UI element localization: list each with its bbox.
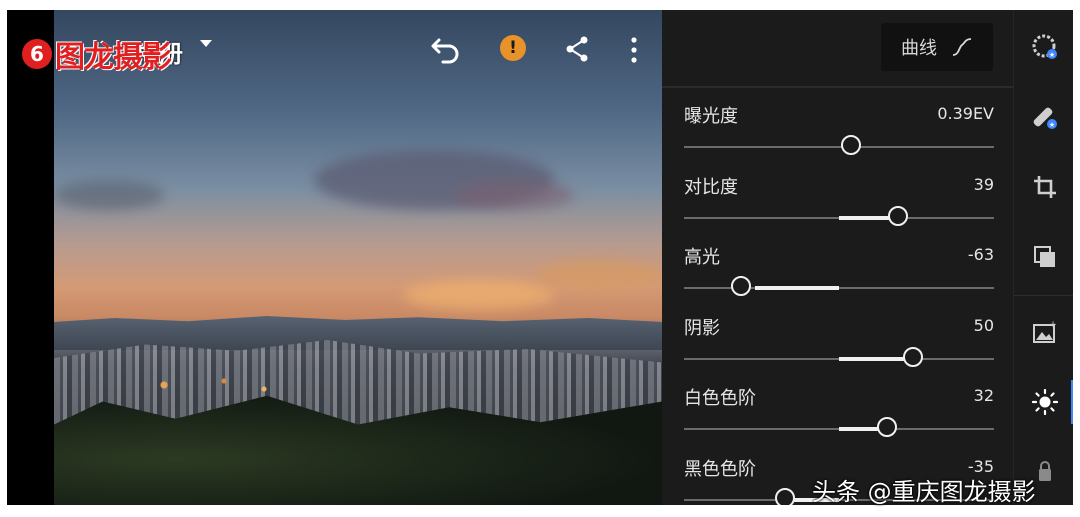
slider-thumb[interactable] — [903, 346, 924, 367]
versions-icon[interactable] — [1032, 244, 1058, 270]
logo-mark: 6 — [22, 39, 52, 69]
more-vertical-icon[interactable] — [624, 36, 644, 64]
brand-logo: 6 图龙摄影 — [22, 33, 172, 75]
slider-thumb[interactable] — [774, 487, 795, 505]
curve-icon — [952, 38, 972, 56]
logo-text: 图龙摄影 — [55, 40, 172, 75]
slider-row: 高光 -63 — [684, 243, 994, 309]
slider-fill — [839, 356, 914, 361]
slider-value: 50 — [973, 315, 994, 335]
slider-label: 高光 — [684, 247, 720, 268]
edit-panel: 曲线 曝光度 0.39EV 对比度 39 高光 -63 阴影 50 白色色阶 32 黑色色阶 -35 — [662, 10, 1013, 505]
slider-fill — [755, 286, 839, 290]
curve-label: 曲线 — [901, 38, 937, 59]
slider-row: 阴影 50 — [684, 314, 994, 380]
svg-text:★: ★ — [1049, 51, 1055, 59]
slider-row: 对比度 39 — [684, 173, 994, 239]
slider-label: 曝光度 — [684, 106, 738, 127]
slider-label: 白色色阶 — [684, 388, 756, 409]
undo-icon[interactable] — [429, 32, 463, 66]
slider-value: 0.39EV — [937, 104, 994, 123]
slider-row: 曝光度 0.39EV — [684, 102, 994, 168]
rail-divider — [1014, 295, 1073, 296]
slider-label: 黑色色阶 — [684, 458, 756, 480]
active-tool-indicator — [1071, 380, 1073, 424]
slider-thumb[interactable] — [841, 135, 862, 155]
slider-value: 39 — [973, 174, 994, 194]
slider-value: 32 — [973, 386, 994, 405]
light-icon[interactable] — [1032, 389, 1058, 415]
slider-label: 对比度 — [684, 176, 738, 198]
selective-icon[interactable]: + — [1032, 319, 1058, 345]
slider-thumb[interactable] — [887, 205, 908, 226]
warning-icon[interactable]: ! — [500, 35, 526, 61]
app-screen: ← 相册 ! 曲线 曝光度 0.39EV 对比度 39 高光 -63 阴影 50… — [7, 10, 1073, 505]
healing-icon[interactable]: ★ — [1032, 104, 1058, 130]
slider-label: 阴影 — [684, 317, 720, 339]
presets-icon[interactable]: ★ — [1032, 34, 1058, 60]
slider-thumb[interactable] — [731, 276, 752, 296]
slider-row: 白色色阶 32 — [684, 384, 994, 450]
slider-thumb[interactable] — [877, 417, 898, 437]
share-icon[interactable] — [564, 35, 590, 63]
slider-track[interactable] — [684, 146, 994, 148]
slider-value: -63 — [967, 245, 994, 264]
crop-icon[interactable] — [1032, 174, 1058, 200]
curve-button[interactable]: 曲线 — [881, 23, 993, 71]
watermark-text: 头条 @重庆图龙摄影 — [812, 478, 1036, 506]
svg-text:★: ★ — [1049, 121, 1055, 129]
tool-rail: ★ ★ + — [1013, 10, 1073, 505]
svg-text:+: + — [1049, 320, 1057, 330]
chevron-down-icon[interactable] — [200, 40, 212, 47]
panel-header: 曲线 — [662, 10, 1013, 88]
